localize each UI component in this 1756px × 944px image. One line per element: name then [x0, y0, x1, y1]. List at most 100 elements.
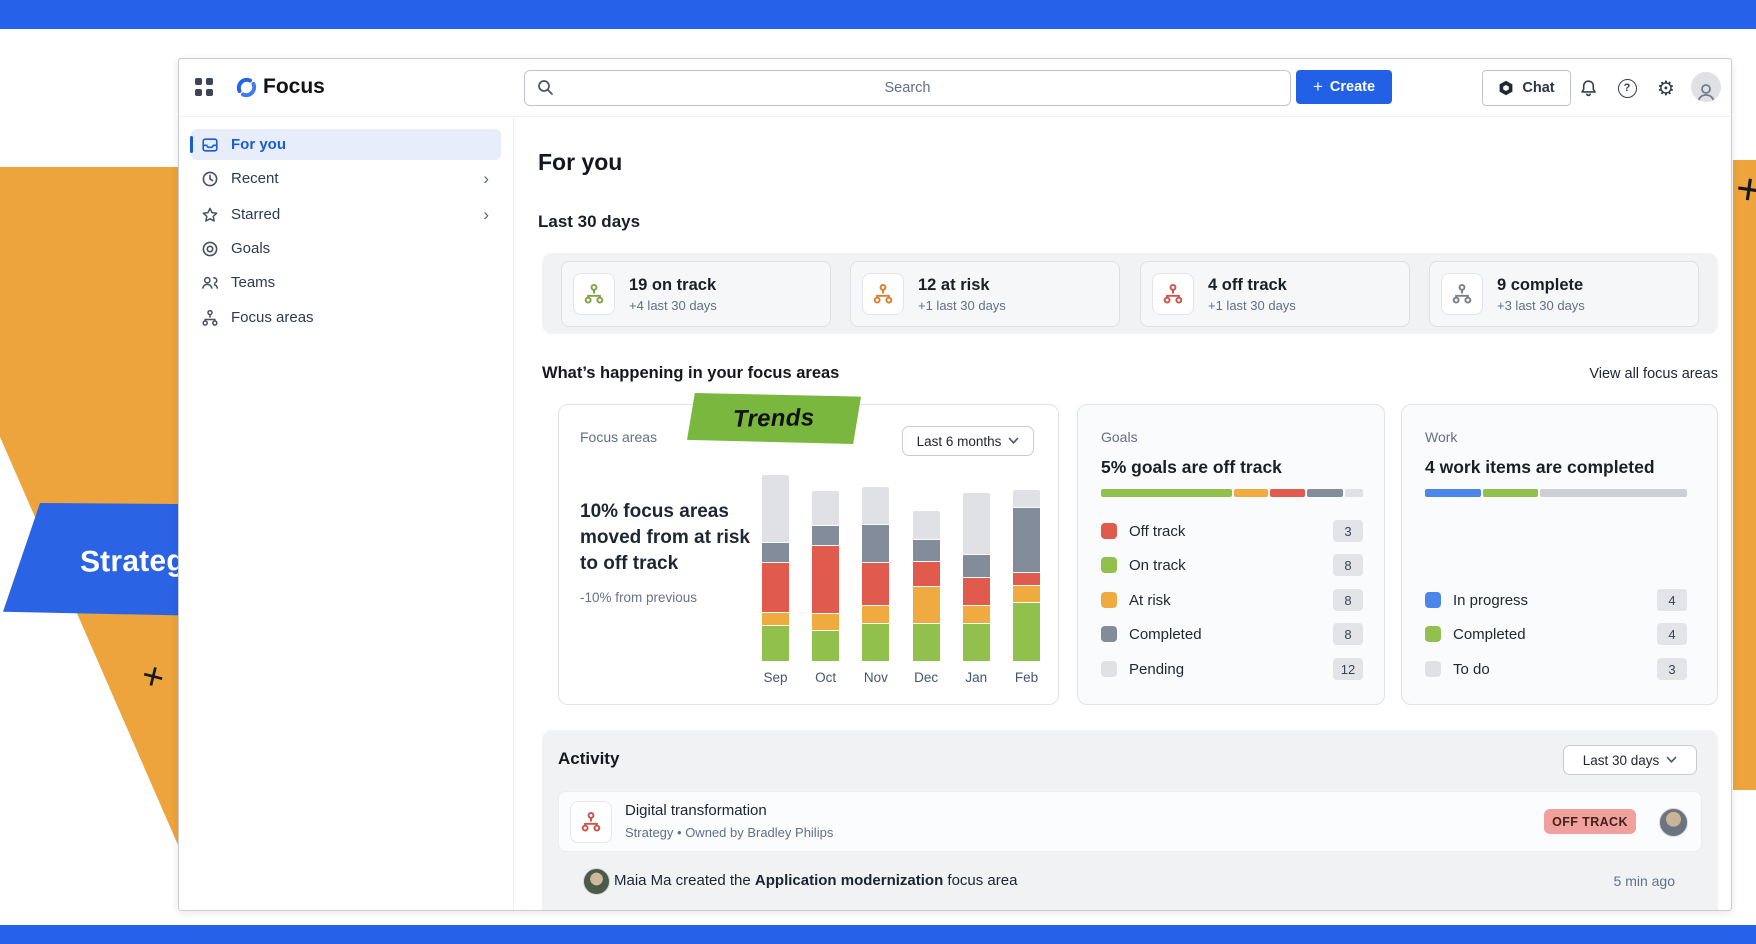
bar-segment-pending: [812, 491, 839, 526]
progress-segment-to-do: [1540, 489, 1687, 497]
bar-segment-completed: [762, 543, 789, 563]
progress-segment-on-track: [1101, 489, 1232, 497]
sidebar-item-label: Starred: [231, 206, 280, 223]
stat-title: 19 on track: [629, 276, 717, 295]
trend-bar-sep: Sep: [762, 475, 789, 685]
sidebar-item-teams[interactable]: Teams: [191, 267, 501, 298]
status-swatch: [1101, 626, 1117, 642]
trend-delta: -10% from previous: [580, 590, 697, 605]
focus-area-icon: [862, 273, 904, 315]
trend-headline: 10% focus areas moved from at risk to of…: [580, 499, 765, 577]
stat-subtitle: +4 last 30 days: [629, 298, 717, 313]
bar-segment-pending: [913, 511, 940, 540]
help-icon[interactable]: ?: [1616, 77, 1638, 99]
bar-segment-completed: [862, 525, 889, 563]
status-swatch: [1425, 592, 1441, 608]
card-label: Goals: [1101, 429, 1138, 445]
actor-avatar: [583, 868, 610, 895]
goals-card: Goals 5% goals are off track Off track 3…: [1077, 404, 1385, 705]
sidebar-item-starred[interactable]: Starred ›: [191, 199, 501, 230]
selected-indicator: [190, 136, 193, 153]
app-switcher-icon[interactable]: [195, 78, 214, 97]
period-heading: Last 30 days: [538, 212, 640, 232]
event-prefix: Maia Ma created the: [614, 872, 755, 889]
focus-section-header: What’s happening in your focus areas Vie…: [542, 362, 1718, 386]
bottom-accent-bar: [0, 925, 1756, 944]
notifications-bell-icon[interactable]: [1577, 77, 1599, 99]
status-swatch: [1101, 557, 1117, 573]
event-target-link[interactable]: Application modernization: [755, 872, 943, 889]
range-select-value: Last 6 months: [917, 434, 1002, 449]
event-suffix: focus area: [943, 872, 1017, 889]
stacked-bar-chart: SepOctNovDecJanFeb: [762, 465, 1042, 685]
activity-event-row[interactable]: Maia Ma created the Application moderniz…: [558, 868, 1700, 894]
sidebar-item-recent[interactable]: Recent ›: [191, 163, 501, 194]
x-axis-label: Dec: [913, 670, 940, 685]
chevron-right-icon[interactable]: ›: [483, 170, 489, 187]
sidebar-item-focus-areas[interactable]: Focus areas: [191, 302, 501, 333]
view-all-focus-areas-link[interactable]: View all focus areas: [1589, 366, 1718, 382]
legend-label: Completed: [1129, 626, 1202, 643]
status-badge-off-track: OFF TRACK: [1544, 809, 1636, 834]
count-badge: 4: [1657, 623, 1687, 645]
app-window: Focus Search + Create Chat: [178, 58, 1732, 911]
status-swatch: [1101, 592, 1117, 608]
bar-segment-off_track: [762, 563, 789, 613]
progress-segment-off-track: [1270, 489, 1305, 497]
activity-item-title[interactable]: Digital transformation: [625, 802, 767, 819]
sidebar-item-label: Focus areas: [231, 309, 314, 326]
legend-row: Completed 4: [1425, 623, 1687, 645]
stat-card-on-track[interactable]: 19 on track +4 last 30 days: [561, 261, 831, 327]
trend-bar-nov: Nov: [862, 487, 889, 685]
stat-card-off-track[interactable]: 4 off track +1 last 30 days: [1140, 261, 1410, 327]
bar-segment-off_track: [1013, 573, 1040, 586]
settings-gear-icon[interactable]: ⚙: [1655, 77, 1677, 99]
bar-segment-at_risk: [812, 614, 839, 631]
stats-strip: 19 on track +4 last 30 days 12 at risk +…: [542, 253, 1718, 334]
rovo-chat-icon: [1498, 80, 1514, 96]
stat-card-complete[interactable]: 9 complete +3 last 30 days: [1429, 261, 1699, 327]
sidebar-item-goals[interactable]: Goals: [191, 233, 501, 264]
activity-item-digital-transformation[interactable]: Digital transformation Strategy • Owned …: [558, 791, 1702, 852]
activity-range-value: Last 30 days: [1583, 753, 1660, 768]
legend-label: Off track: [1129, 523, 1185, 540]
bar-segment-on_track: [963, 624, 990, 661]
count-badge: 3: [1657, 658, 1687, 680]
owner-avatar[interactable]: [1659, 808, 1688, 837]
sidebar-item-label: Teams: [231, 274, 275, 291]
page-title: For you: [538, 149, 622, 176]
bar-segment-off_track: [913, 562, 940, 587]
legend-label: On track: [1129, 557, 1186, 574]
status-swatch: [1425, 626, 1441, 642]
range-select[interactable]: Last 6 months: [902, 426, 1034, 456]
bar-segment-on_track: [762, 626, 789, 661]
trend-bar-feb: Feb: [1013, 490, 1040, 685]
section-heading: What’s happening in your focus areas: [542, 364, 839, 383]
chevron-right-icon[interactable]: ›: [483, 206, 489, 223]
bar-segment-on_track: [862, 624, 889, 661]
sidebar-item-for-you[interactable]: For you: [191, 129, 501, 160]
status-swatch: [1101, 661, 1117, 677]
focus-area-icon: [570, 801, 612, 843]
chat-button[interactable]: Chat: [1482, 70, 1571, 106]
orange-shape-right: [1733, 160, 1756, 790]
user-avatar[interactable]: [1691, 72, 1721, 102]
search-input[interactable]: Search: [524, 70, 1291, 106]
activity-range-select[interactable]: Last 30 days: [1563, 745, 1697, 775]
progress-segment-in-progress: [1425, 489, 1481, 497]
search-icon: [537, 79, 554, 96]
create-button[interactable]: + Create: [1296, 70, 1392, 104]
org-chart-icon: [201, 309, 219, 327]
activity-heading: Activity: [558, 749, 619, 769]
stat-subtitle: +1 last 30 days: [918, 298, 1006, 313]
stat-card-at-risk[interactable]: 12 at risk +1 last 30 days: [850, 261, 1120, 327]
count-badge: 8: [1333, 589, 1363, 611]
clock-icon: [201, 170, 219, 188]
count-badge: 3: [1333, 520, 1363, 542]
legend-row: Off track 3: [1101, 520, 1363, 542]
bar-segment-completed: [913, 540, 940, 562]
bar-segment-at_risk: [963, 606, 990, 624]
activity-item-meta: Strategy • Owned by Bradley Philips: [625, 825, 833, 840]
bar-segment-off_track: [862, 563, 889, 606]
app-name: Focus: [263, 75, 325, 99]
